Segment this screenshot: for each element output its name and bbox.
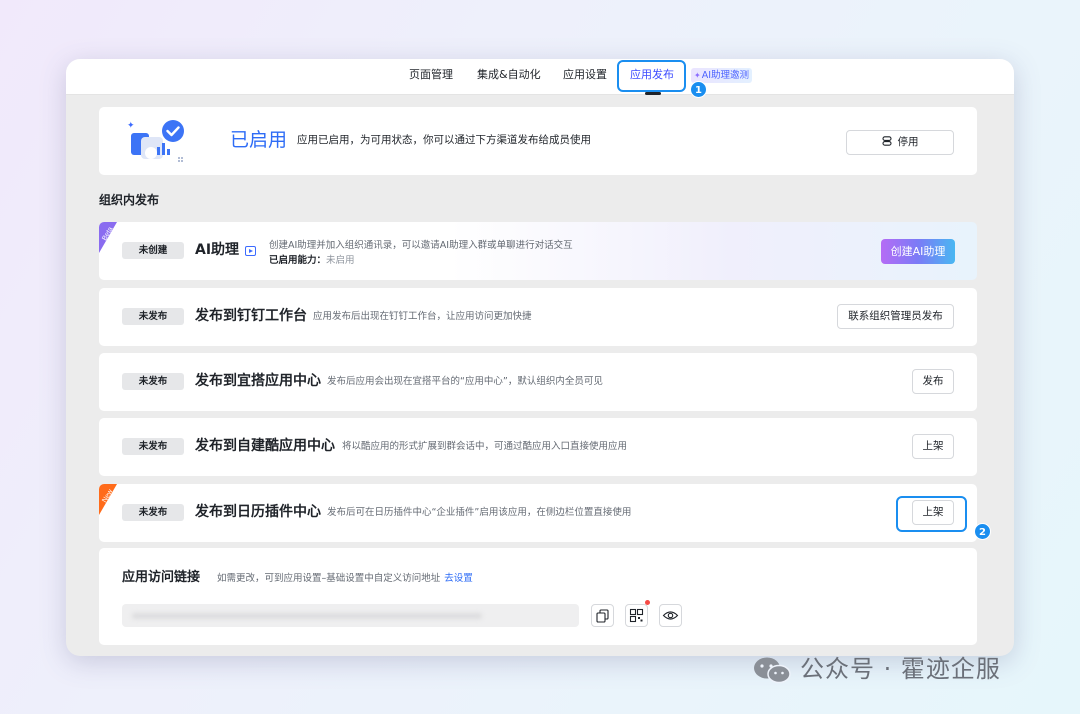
publish-row-cool-app-center: 未发布 发布到自建酷应用中心 将以酷应用的形式扩展到群会话中，可通过酷应用入口直… <box>99 418 977 476</box>
publish-row-description: 将以酷应用的形式扩展到群会话中，可通过酷应用入口直接使用应用 <box>342 441 628 452</box>
publish-row-calendar-plugin-center: New 未发布 发布到日历插件中心 发布后可在日历插件中心“企业插件”启用该应用… <box>99 484 977 542</box>
preview-button[interactable] <box>659 604 682 627</box>
highlight-box-list-button <box>896 496 967 532</box>
publish-status-pill: 未发布 <box>122 308 184 325</box>
app-status-card: ✦ 已启用 应用已启用，为可用状态，你可以通过下方渠道发布给成员使用 停用 <box>99 107 977 175</box>
notification-dot <box>645 600 650 605</box>
app-enabled-illustration-icon: ✦ <box>127 120 184 162</box>
publish-status-pill: 未发布 <box>122 438 184 455</box>
section-title-internal-publish: 组织内发布 <box>99 193 160 207</box>
highlight-box-publish-tab <box>617 60 686 92</box>
sparkle-icon: ✦ <box>694 71 701 80</box>
ai-assistant-title: AI助理 <box>195 242 240 258</box>
watermark-text: 公众号 · 霍迹企服 <box>800 655 1001 683</box>
list-cool-app-button[interactable]: 上架 <box>912 434 954 459</box>
ai-assistant-description: 创建AI助理并加入组织通讯录，可以邀请AI助理入群或单聊进行对话交互 <box>269 240 573 251</box>
access-link-hint: 如需更改，可到应用设置–基础设置中自定义访问地址 <box>217 573 441 584</box>
publish-row-description: 发布后应用会出现在宜搭平台的“应用中心”，默认组织内全员可见 <box>327 376 603 387</box>
capability-label: 已启用能力： <box>269 255 327 266</box>
publish-row-yida-app-center: 未发布 发布到宜搭应用中心 发布后应用会出现在宜搭平台的“应用中心”，默认组织内… <box>99 353 977 411</box>
publish-row-description: 应用发布后出现在钉钉工作台，让应用访问更加快捷 <box>313 311 532 322</box>
ai-capability: 已启用能力：未启用 <box>269 254 355 267</box>
publish-row-title: 发布到钉钉工作台 <box>195 308 307 324</box>
contact-admin-publish-button[interactable]: 联系组织管理员发布 <box>837 304 954 329</box>
publish-row-description: 发布后可在日历插件中心“企业插件”启用该应用，在侧边栏位置直接使用 <box>327 507 632 518</box>
qr-code-button[interactable] <box>625 604 648 627</box>
ai-status-pill: 未创建 <box>122 242 184 259</box>
create-ai-assistant-button[interactable]: 创建AI助理 <box>881 239 955 264</box>
publish-button[interactable]: 发布 <box>912 369 954 394</box>
copy-link-button[interactable] <box>591 604 614 627</box>
eye-icon <box>662 611 679 620</box>
access-link-card: 应用访问链接 如需更改，可到应用设置–基础设置中自定义访问地址 去设置 <box>99 548 977 645</box>
video-play-icon[interactable] <box>245 246 256 256</box>
publish-row-title: 发布到自建酷应用中心 <box>195 438 335 454</box>
step-badge-1: 1 <box>690 81 707 98</box>
publish-row-dingtalk-workbench: 未发布 发布到钉钉工作台 应用发布后出现在钉钉工作台，让应用访问更加快捷 联系组… <box>99 288 977 346</box>
enabled-status-description: 应用已启用，为可用状态，你可以通过下方渠道发布给成员使用 <box>297 134 591 146</box>
tab-page-management[interactable]: 页面管理 <box>409 68 453 82</box>
app-window: 页面管理 集成&自动化 应用设置 应用发布 ✦AI助理邀测 ✦ 已启用 应用已启… <box>66 59 1014 656</box>
step-badge-2: 2 <box>974 523 991 540</box>
publish-row-title: 发布到宜搭应用中心 <box>195 373 321 389</box>
publish-row-title: 发布到日历插件中心 <box>195 504 321 520</box>
disable-button-label: 停用 <box>897 136 919 148</box>
ai-tab-label: AI助理邀测 <box>701 70 750 81</box>
blurred-url <box>132 613 482 619</box>
access-link-title: 应用访问链接 <box>122 570 201 585</box>
enabled-status-title: 已启用 <box>230 129 288 151</box>
disable-app-button[interactable]: 停用 <box>846 130 954 155</box>
capability-value: 未启用 <box>326 255 355 266</box>
svg-text:✦: ✦ <box>127 121 135 131</box>
active-tab-indicator <box>645 92 661 95</box>
tab-integration-automation[interactable]: 集成&自动化 <box>477 68 541 82</box>
wechat-logo-icon <box>754 657 791 684</box>
qr-code-icon <box>629 608 644 623</box>
copy-icon <box>596 609 609 623</box>
ai-assistant-row: Beta 未创建 AI助理 创建AI助理并加入组织通讯录，可以邀请AI助理入群或… <box>99 222 977 280</box>
database-icon <box>881 136 892 146</box>
tab-app-settings[interactable]: 应用设置 <box>563 68 607 82</box>
publish-status-pill: 未发布 <box>122 504 184 521</box>
access-url-field[interactable] <box>122 604 579 627</box>
top-nav: 页面管理 集成&自动化 应用设置 应用发布 ✦AI助理邀测 <box>66 59 1014 95</box>
go-settings-link[interactable]: 去设置 <box>444 573 473 584</box>
access-link-description: 如需更改，可到应用设置–基础设置中自定义访问地址 去设置 <box>217 572 473 585</box>
publish-status-pill: 未发布 <box>122 373 184 390</box>
